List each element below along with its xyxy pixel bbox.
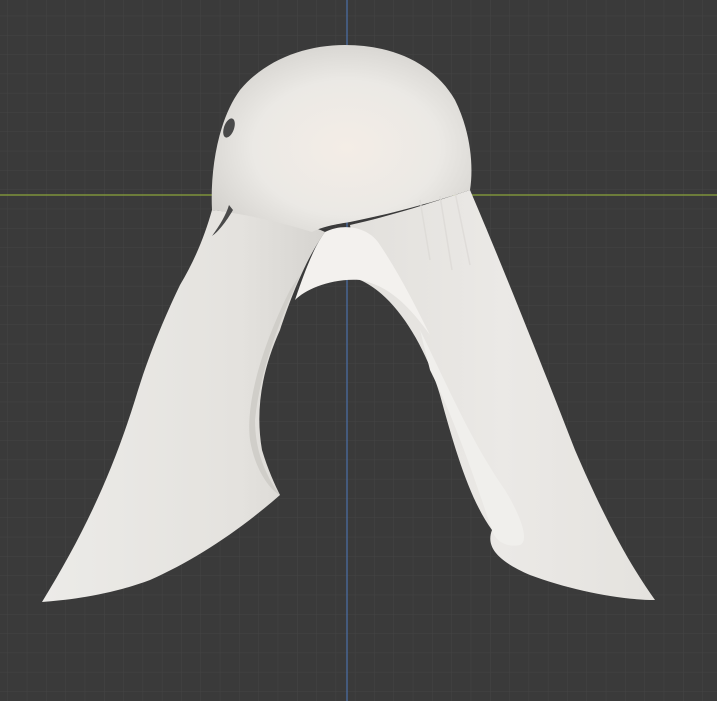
viewport-canvas[interactable] [0,0,717,701]
3d-viewport[interactable] [0,0,717,701]
